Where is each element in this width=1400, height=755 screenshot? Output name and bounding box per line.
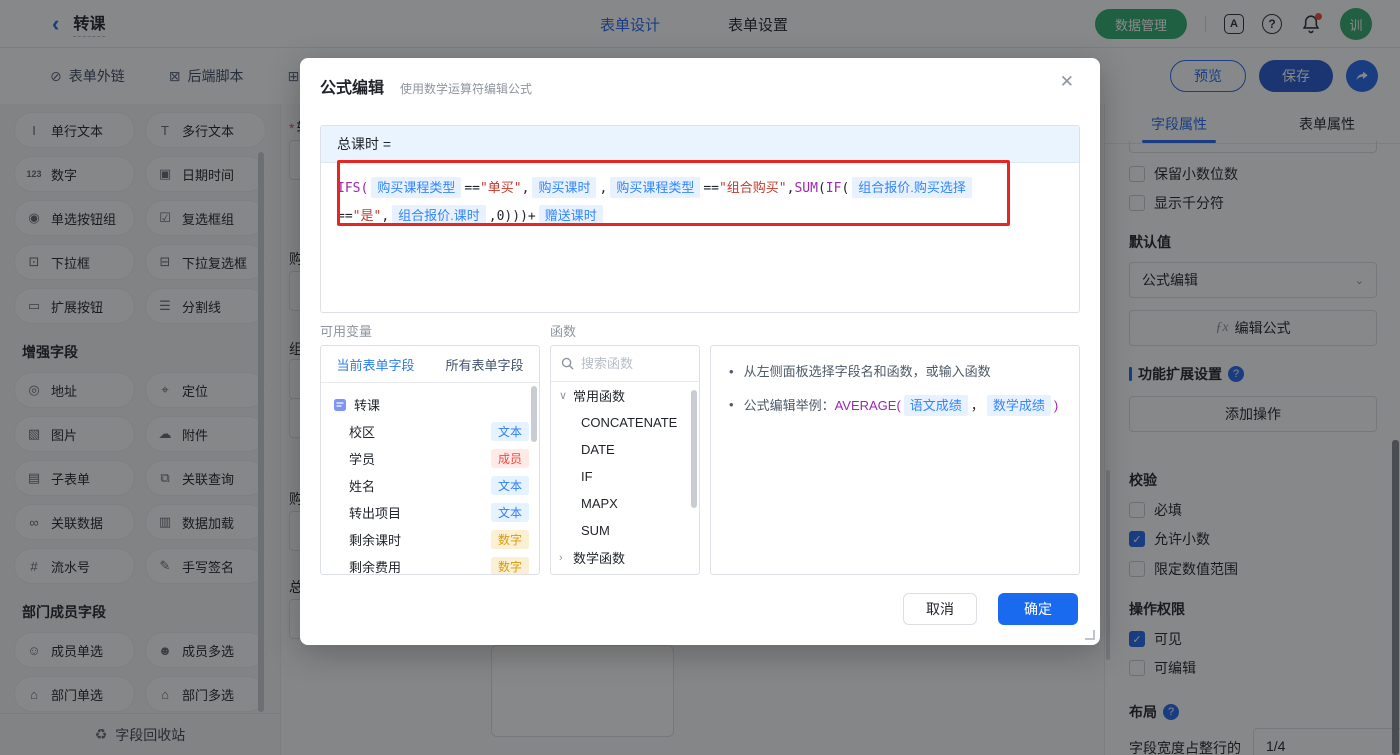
formula-target: 总课时 =	[321, 126, 1079, 163]
variable-row[interactable]: 校区 文本	[321, 418, 539, 445]
modal-header: 公式编辑 使用数学运算符编辑公式	[320, 74, 532, 98]
functions-panel: ∨常用函数 CONCATENATE DATE IF MAPX SUM ›数学函数…	[550, 345, 700, 575]
function-search-input[interactable]	[581, 356, 681, 371]
search-icon	[561, 357, 574, 370]
chevron-down-icon: ∨	[559, 390, 568, 402]
ok-button[interactable]: 确定	[998, 593, 1078, 625]
function-token: )	[1053, 398, 1059, 413]
variable-row[interactable]: 剩余费用 数字	[321, 553, 539, 574]
function-item[interactable]: MAPX	[551, 490, 699, 517]
red-annotation-box	[337, 160, 1010, 226]
help-panel: • 从左侧面板选择字段名和函数，或输入函数 • 公式编辑举例：AVERAGE(语…	[710, 345, 1080, 575]
modal-title: 公式编辑	[320, 80, 385, 97]
form-icon	[334, 398, 346, 411]
type-badge: 文本	[490, 476, 529, 495]
variable-row[interactable]: 转出项目 文本	[321, 499, 539, 526]
close-icon[interactable]: ✕	[1060, 72, 1074, 92]
function-token: AVERAGE(	[834, 398, 901, 413]
function-group-common[interactable]: ∨ 常用函数	[551, 382, 699, 409]
functions-scrollbar[interactable]	[691, 390, 697, 508]
variable-row[interactable]: 剩余课时 数字	[321, 526, 539, 553]
field-chip: 数学成绩	[986, 395, 1051, 416]
type-badge: 数字	[490, 557, 529, 574]
function-group-text[interactable]: ›文本函数	[551, 571, 699, 574]
modal-subtitle: 使用数学运算符编辑公式	[400, 82, 533, 96]
function-item[interactable]: CONCATENATE	[551, 409, 699, 436]
chevron-right-icon: ›	[559, 551, 563, 564]
field-chip: 语文成绩	[903, 395, 968, 416]
variables-scrollbar[interactable]	[531, 386, 537, 442]
function-item[interactable]: DATE	[551, 436, 699, 463]
form-node[interactable]: 转课	[321, 391, 539, 418]
function-search	[551, 346, 699, 382]
variables-panel: 当前表单字段 所有表单字段 转课 校区 文本 学员 成员 姓名 文本 转出项目 文本 剩…	[320, 345, 540, 575]
type-badge: 成员	[490, 449, 529, 468]
function-group-math[interactable]: › 数学函数	[551, 544, 699, 571]
help-bullet: • 从左侧面板选择字段名和函数，或输入函数	[729, 364, 991, 379]
variables-list: 转课 校区 文本 学员 成员 姓名 文本 转出项目 文本 剩余课时 数字 剩余费用 数字	[321, 383, 539, 574]
tab-current-form-fields[interactable]: 当前表单字段	[321, 355, 430, 374]
variable-row[interactable]: 学员 成员	[321, 445, 539, 472]
function-item[interactable]: IF	[551, 463, 699, 490]
functions-label: 函数	[550, 324, 577, 339]
function-item[interactable]: SUM	[551, 517, 699, 544]
help-bullet-example: • 公式编辑举例：AVERAGE(语文成绩，数学成绩)	[729, 395, 1061, 416]
variables-tabs: 当前表单字段 所有表单字段	[321, 346, 539, 383]
form-designer-page: ‹ 转课 表单设计 表单设置 数据管理 A ? 训 ⊘ 表单外链 ⊠	[0, 0, 1400, 755]
cancel-button[interactable]: 取消	[903, 593, 977, 625]
variable-row[interactable]: 姓名 文本	[321, 472, 539, 499]
type-badge: 文本	[490, 503, 529, 522]
variables-label: 可用变量	[320, 324, 373, 339]
tab-all-form-fields[interactable]: 所有表单字段	[430, 355, 539, 374]
formula-editor-modal: 公式编辑 使用数学运算符编辑公式 ✕ 总课时 = IFS(购买课程类型 =="单买…	[300, 58, 1100, 645]
type-badge: 文本	[490, 422, 529, 441]
type-badge: 数字	[490, 530, 529, 549]
resize-handle-icon[interactable]	[1085, 630, 1095, 640]
